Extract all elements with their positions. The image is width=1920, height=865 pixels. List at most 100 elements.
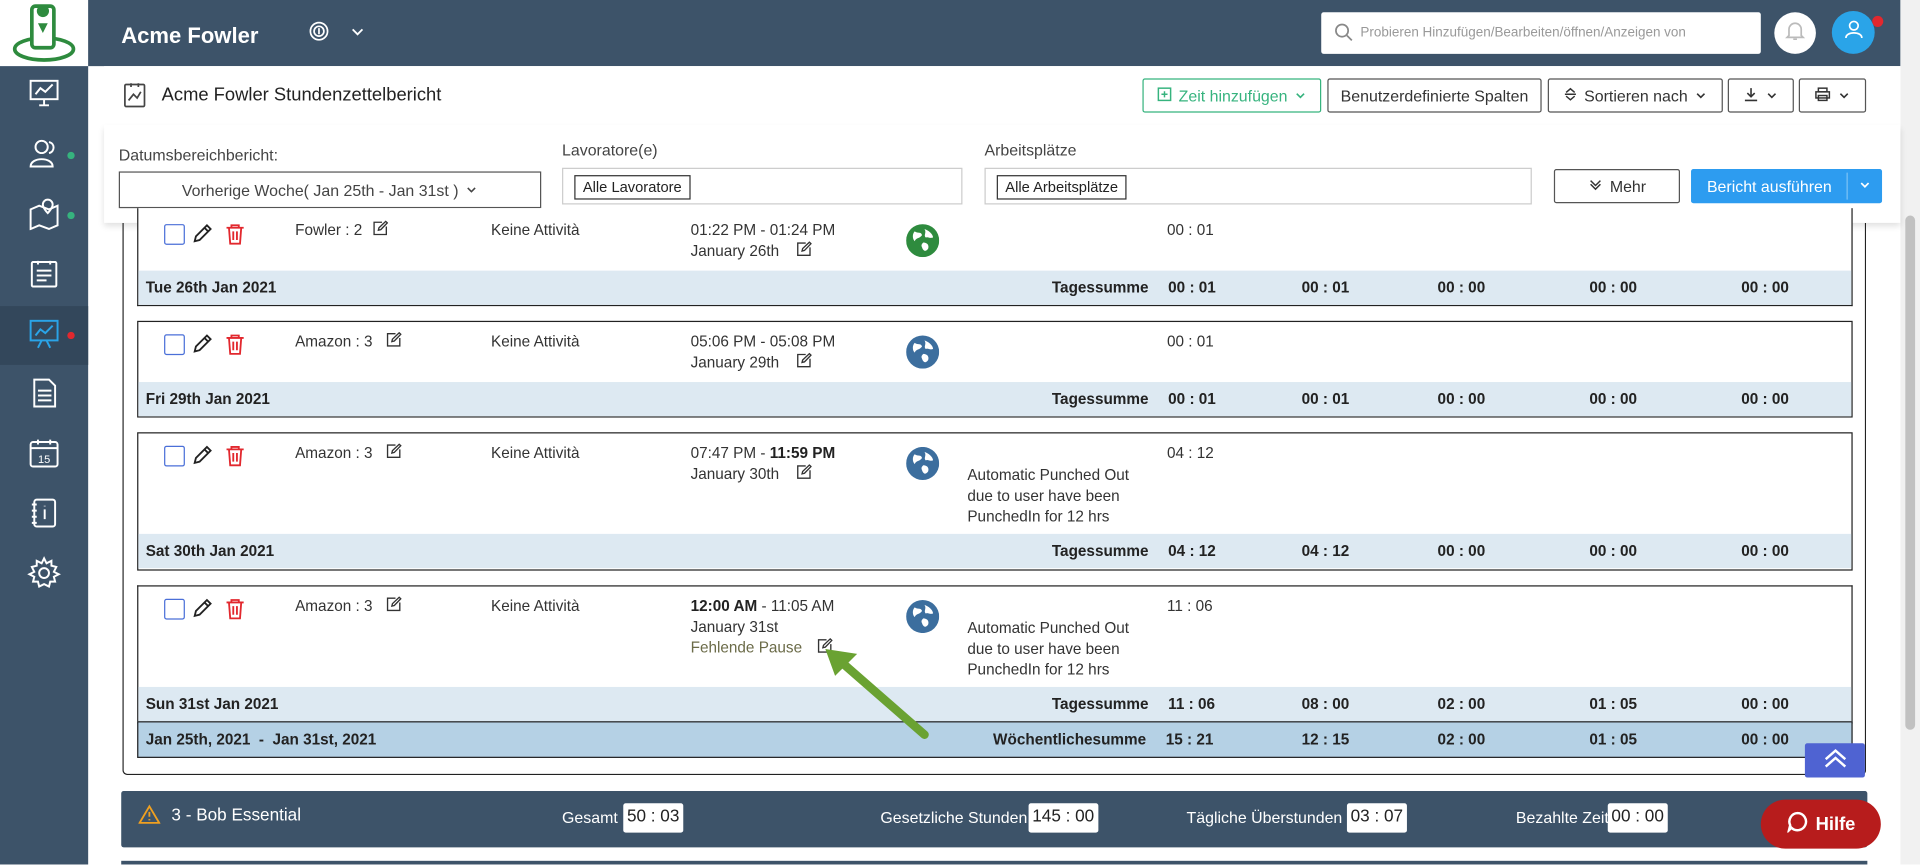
sidebar-item-timesheets[interactable] xyxy=(0,246,88,305)
week-total: 15 : 21 xyxy=(1165,731,1214,749)
notification-dot xyxy=(1872,15,1884,27)
globe-icon[interactable] xyxy=(906,224,940,258)
sum-regular: 08 : 00 xyxy=(1301,695,1350,713)
sum-total: 11 : 06 xyxy=(1168,695,1215,713)
scrollbar-thumb[interactable] xyxy=(1905,215,1916,730)
trash-icon[interactable] xyxy=(225,444,245,472)
sum-double: 01 : 05 xyxy=(1589,695,1638,713)
daily-overtime-value: 03 : 07 xyxy=(1346,803,1407,833)
edit-icon[interactable] xyxy=(796,241,812,263)
edit-icon[interactable] xyxy=(796,352,812,375)
sort-icon xyxy=(1563,86,1576,104)
sidebar-item-users[interactable] xyxy=(0,126,88,185)
week-regular: 12 : 15 xyxy=(1301,731,1350,749)
add-time-button[interactable]: Zeit hinzufügen xyxy=(1142,78,1322,113)
time-end: 05:08 PM xyxy=(769,333,836,351)
employee-summary-bar[interactable]: 3 - Bob Essential Gesamt 50 : 03 Gesetzl… xyxy=(121,791,1868,848)
workers-select[interactable]: Alle Lavoratore xyxy=(562,167,963,205)
report-icon xyxy=(122,81,146,114)
custom-columns-button[interactable]: Benutzerdefinierte Spalten xyxy=(1327,78,1542,113)
sidebar-item-locations[interactable] xyxy=(0,186,88,245)
clipboard-icon xyxy=(27,255,61,295)
sum-double: 00 : 00 xyxy=(1589,279,1638,297)
sum-overtime: 02 : 00 xyxy=(1437,695,1486,713)
edit-icon[interactable] xyxy=(372,220,389,242)
total-value: 50 : 03 xyxy=(623,803,684,833)
day-label: Sat 30th Jan 2021 xyxy=(145,542,275,560)
time-start: 07:47 PM xyxy=(690,444,757,462)
sort-button[interactable]: Sortieren nach xyxy=(1547,78,1723,113)
entry-checkbox[interactable] xyxy=(164,224,185,245)
pencil-icon[interactable] xyxy=(191,444,213,472)
entry-note: Automatic Punched Out due to user have b… xyxy=(967,619,1130,679)
users-icon xyxy=(27,135,61,175)
entry-checkbox[interactable] xyxy=(164,445,185,467)
trash-icon[interactable] xyxy=(225,223,245,251)
app-logo[interactable] xyxy=(0,0,89,67)
entry-checkbox[interactable] xyxy=(164,598,185,620)
sum-double: 00 : 00 xyxy=(1589,390,1638,408)
legal-hours-value: 145 : 00 xyxy=(1028,803,1098,833)
globe-icon[interactable] xyxy=(906,446,940,481)
worksites-tag[interactable]: Alle Arbeitsplätze xyxy=(996,175,1127,200)
date-range-select[interactable]: Vorherige Woche( Jan 25th - Jan 31st ) xyxy=(118,171,542,209)
sidebar-item-dashboard[interactable] xyxy=(0,66,88,125)
edit-icon[interactable] xyxy=(386,596,402,618)
week-sum-label: Wöchentlichesumme xyxy=(993,731,1147,749)
download-button[interactable] xyxy=(1727,78,1794,113)
edit-icon[interactable] xyxy=(386,331,402,354)
chevron-down-icon xyxy=(1766,86,1778,104)
user-avatar-button[interactable] xyxy=(1831,11,1875,54)
edit-icon[interactable] xyxy=(796,464,812,486)
sum-regular: 04 : 12 xyxy=(1301,542,1350,560)
time-end: 11:59 PM xyxy=(769,444,836,462)
sidebar-item-calendar[interactable]: 15 xyxy=(0,426,88,485)
time-start: 12:00 AM xyxy=(690,597,758,615)
help-button[interactable]: Hilfe xyxy=(1760,799,1881,849)
weekly-summary-row: Jan 25th, 2021 - Jan 31st, 2021 Wöchentl… xyxy=(137,721,1853,758)
search-input[interactable]: Probieren Hinzufügen/Bearbeiten/öffnen/A… xyxy=(1321,12,1761,54)
pencil-icon[interactable] xyxy=(191,598,213,626)
day-summary-row: Sun 31st Jan 2021 Tagessumme 11 : 06 08 … xyxy=(138,686,1852,722)
currency-icon[interactable] xyxy=(309,21,330,45)
chevron-down-icon[interactable] xyxy=(350,23,365,43)
workers-tag[interactable]: Alle Lavoratore xyxy=(574,175,691,200)
activity-label: Keine Attività xyxy=(491,221,580,239)
chevron-down-icon[interactable] xyxy=(1858,178,1873,196)
scroll-top-button[interactable] xyxy=(1804,743,1865,778)
globe-icon[interactable] xyxy=(906,600,940,634)
print-button[interactable] xyxy=(1798,78,1867,113)
worksites-select[interactable]: Alle Arbeitsplätze xyxy=(984,167,1532,205)
sidebar-item-reports[interactable] xyxy=(0,306,89,365)
sidebar-item-documents[interactable] xyxy=(0,366,88,425)
notifications-button[interactable] xyxy=(1774,12,1816,54)
time-start: 05:06 PM xyxy=(690,333,757,351)
worksites-label: Arbeitsplätze xyxy=(984,140,1077,160)
chevron-down-icon xyxy=(466,181,478,199)
activity-label: Keine Attività xyxy=(491,333,580,351)
app-root: 15 Acme Fowler Probieren Hinzufügen/Bear… xyxy=(0,0,1920,865)
time-separator: - xyxy=(756,221,770,239)
sidebar-item-settings[interactable] xyxy=(0,546,88,605)
run-report-label: Bericht ausführen xyxy=(1706,177,1832,196)
globe-icon[interactable] xyxy=(906,335,940,369)
entry-duration: 00 : 01 xyxy=(1166,333,1214,351)
pencil-icon[interactable] xyxy=(191,333,213,361)
entry-checkbox[interactable] xyxy=(164,334,185,356)
trash-icon[interactable] xyxy=(225,598,245,626)
run-report-button[interactable]: Bericht ausführen xyxy=(1691,168,1883,204)
total-label: Gesamt xyxy=(562,808,618,827)
entry-date: January 30th xyxy=(690,465,780,483)
daily-overtime-label: Tägliche Überstunden xyxy=(1186,808,1343,827)
day-sum-label: Tagessumme xyxy=(1051,695,1149,713)
pencil-icon[interactable] xyxy=(191,223,213,251)
trash-icon[interactable] xyxy=(225,333,245,361)
more-label: Mehr xyxy=(1609,176,1647,196)
sidebar-item-info[interactable] xyxy=(0,486,88,545)
more-filters-button[interactable]: Mehr xyxy=(1553,168,1681,204)
sort-label: Sortieren nach xyxy=(1584,86,1688,105)
edit-icon[interactable] xyxy=(386,443,402,465)
help-label: Hilfe xyxy=(1815,813,1856,835)
search-icon xyxy=(1333,21,1353,44)
chevron-down-icon xyxy=(1695,86,1707,104)
